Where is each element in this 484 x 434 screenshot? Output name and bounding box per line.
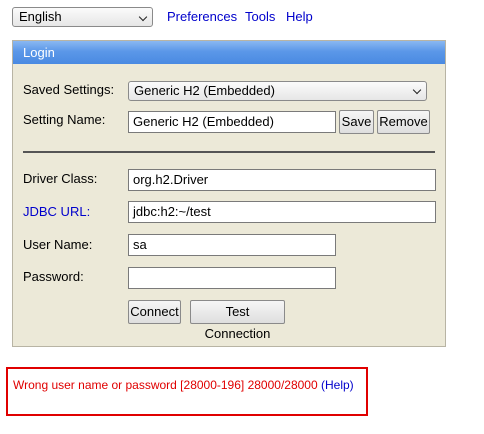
saved-settings-label: Saved Settings: — [23, 82, 115, 97]
help-link[interactable]: Help — [286, 10, 313, 24]
saved-settings-value: Generic H2 (Embedded) — [134, 83, 275, 98]
password-field[interactable] — [128, 267, 336, 289]
chevron-down-icon — [138, 12, 148, 22]
jdbc-url-label[interactable]: JDBC URL: — [23, 204, 90, 219]
driver-class-field[interactable]: org.h2.Driver — [128, 169, 436, 191]
tools-link[interactable]: Tools — [245, 10, 275, 24]
preferences-link[interactable]: Preferences — [167, 10, 237, 24]
error-help-link[interactable]: (Help) — [321, 378, 354, 392]
language-select[interactable]: English — [12, 7, 153, 27]
error-message: Wrong user name or password [28000-196] … — [13, 378, 318, 392]
password-label: Password: — [23, 269, 84, 284]
setting-name-field[interactable]: Generic H2 (Embedded) — [128, 111, 336, 133]
test-connection-button[interactable]: Test Connection — [190, 300, 285, 341]
language-select-value: English — [19, 9, 62, 24]
error-message-line: Wrong user name or password [28000-196] … — [13, 378, 354, 392]
divider — [23, 151, 435, 153]
top-bar: English Preferences Tools Help — [0, 0, 484, 34]
user-name-field[interactable]: sa — [128, 234, 336, 256]
setting-name-label: Setting Name: — [23, 112, 106, 127]
saved-settings-select[interactable]: Generic H2 (Embedded) — [128, 81, 427, 101]
login-panel: Login Saved Settings: Generic H2 (Embedd… — [12, 40, 446, 347]
user-name-label: User Name: — [23, 237, 93, 252]
login-panel-title: Login — [13, 41, 445, 64]
chevron-down-icon — [412, 85, 422, 95]
error-message-box: Wrong user name or password [28000-196] … — [6, 367, 368, 416]
save-button[interactable]: Save — [339, 110, 374, 134]
connect-button[interactable]: Connect — [128, 300, 181, 324]
remove-button[interactable]: Remove — [377, 110, 430, 134]
jdbc-url-field[interactable]: jdbc:h2:~/test — [128, 201, 436, 223]
driver-class-label: Driver Class: — [23, 171, 98, 186]
